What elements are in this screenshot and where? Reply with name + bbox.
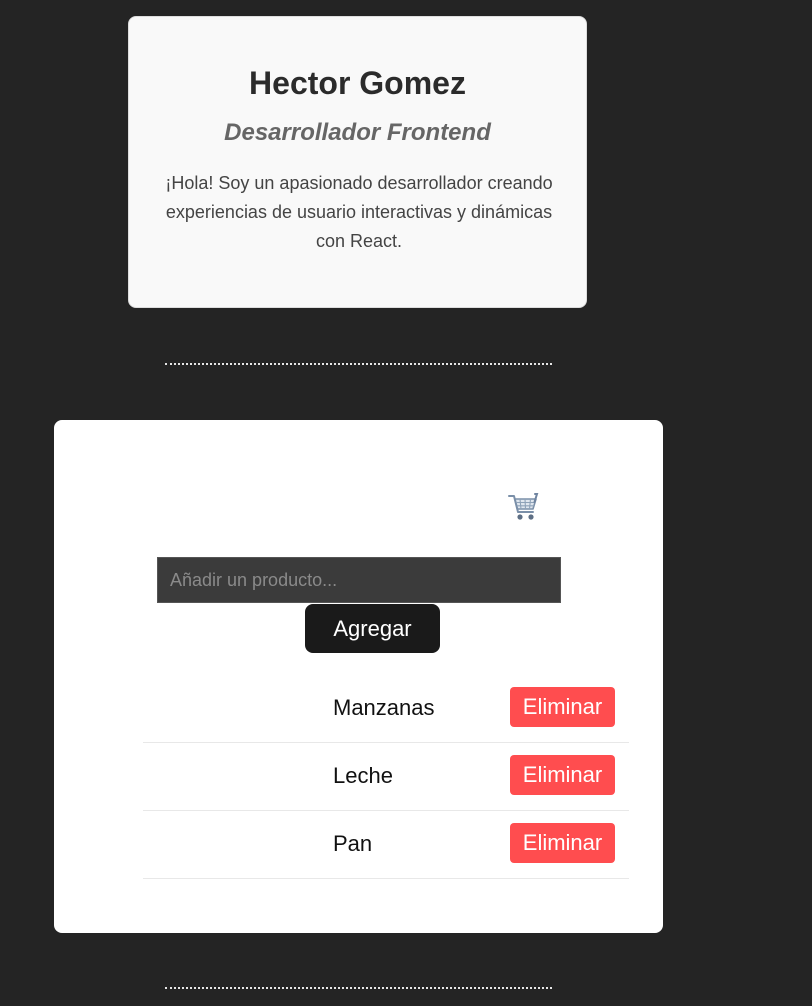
remove-product-button[interactable]: Eliminar <box>510 687 615 727</box>
product-list: Manzanas Eliminar Leche Eliminar Pan Eli… <box>143 675 629 879</box>
profile-name: Hector Gomez <box>249 65 466 101</box>
add-product-button[interactable]: Agregar <box>305 604 440 653</box>
dotted-separator <box>165 363 552 365</box>
shopping-cart-icon <box>506 490 540 524</box>
profile-role: Desarrollador Frontend <box>224 119 491 146</box>
remove-product-button[interactable]: Eliminar <box>510 755 615 795</box>
shopping-list-card: Agregar Manzanas Eliminar Leche Eliminar… <box>54 420 663 933</box>
page: Hector Gomez Desarrollador Frontend ¡Hol… <box>0 0 812 1006</box>
list-item: Pan Eliminar <box>143 811 629 879</box>
product-name: Manzanas <box>333 695 435 720</box>
product-name: Pan <box>333 831 373 856</box>
dotted-separator <box>165 987 552 989</box>
list-item: Manzanas Eliminar <box>143 675 629 743</box>
add-product-input[interactable] <box>157 557 561 603</box>
profile-bio: ¡Hola! Soy un apasionado desarrollador c… <box>165 173 553 251</box>
profile-card: Hector Gomez Desarrollador Frontend ¡Hol… <box>128 16 587 308</box>
list-item: Leche Eliminar <box>143 743 629 811</box>
product-name: Leche <box>333 763 393 788</box>
remove-product-button[interactable]: Eliminar <box>510 823 615 863</box>
